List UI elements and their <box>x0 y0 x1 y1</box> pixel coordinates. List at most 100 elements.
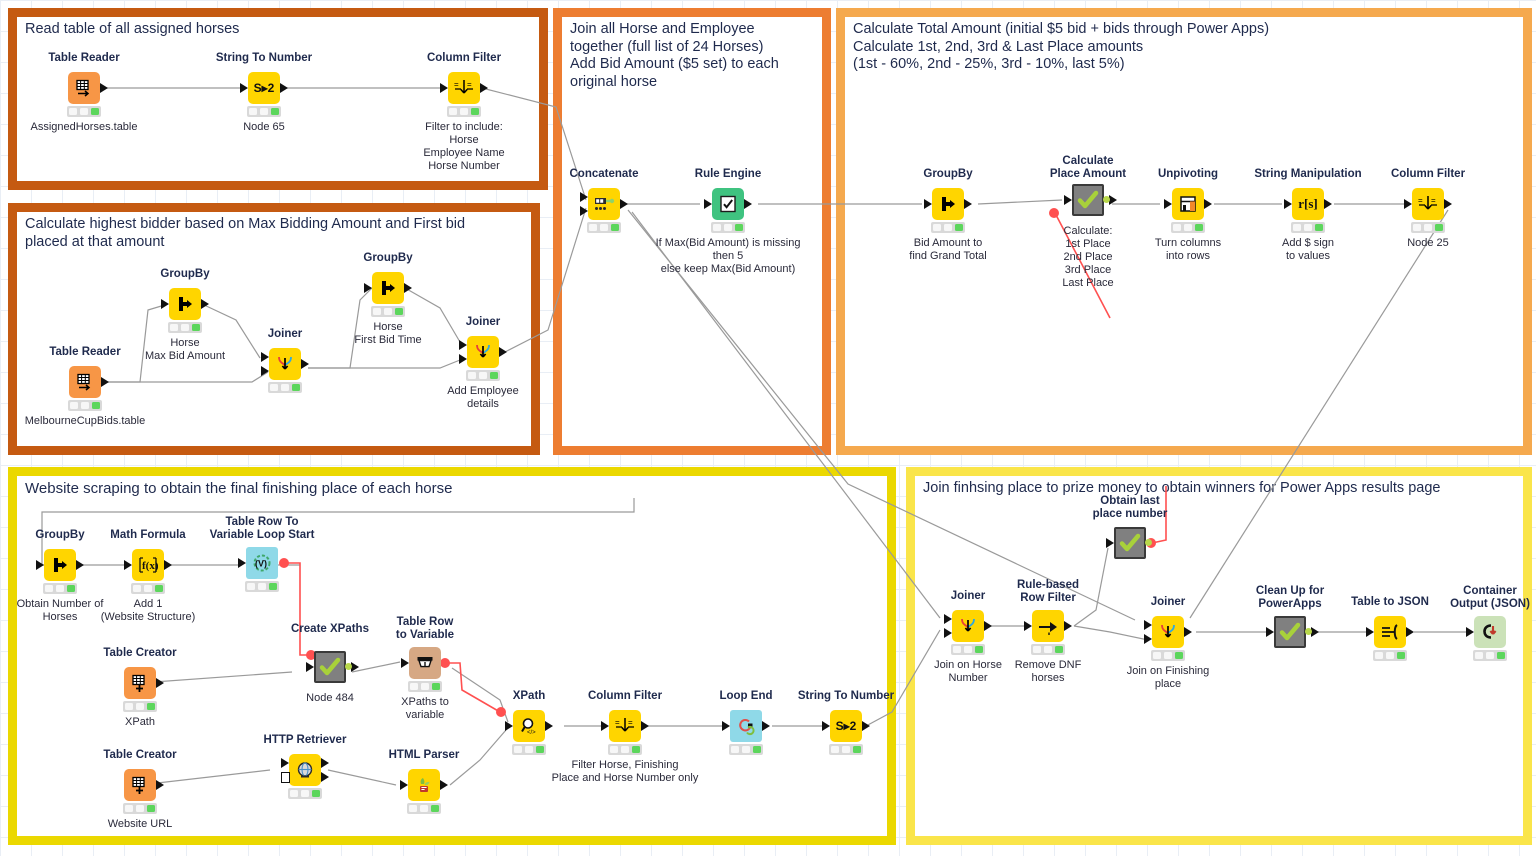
node-title: Obtain last place number <box>1092 495 1168 520</box>
annotation-title: Join finhsing place to prize money to ob… <box>923 480 1441 496</box>
node-status <box>371 306 405 317</box>
component-out-flow-dot <box>345 663 352 670</box>
string-to-number-icon[interactable]: S▸2 <box>830 710 862 742</box>
node-status <box>931 222 965 233</box>
node-title: GroupBy <box>363 252 413 264</box>
node-status <box>123 701 157 712</box>
joiner-icon[interactable] <box>952 610 984 642</box>
node-status <box>268 382 302 393</box>
table-creator-icon[interactable] <box>124 667 156 699</box>
svg-text:=: = <box>467 80 472 89</box>
node-status <box>829 744 863 755</box>
column-filter-icon[interactable]: = = <box>609 710 641 742</box>
svg-text:</>: </> <box>527 730 536 736</box>
html-parser-icon[interactable] <box>408 769 440 801</box>
node-title: HTML Parser <box>388 749 460 761</box>
table-reader-icon[interactable] <box>69 366 101 398</box>
node-status <box>587 222 621 233</box>
node-annotation: If Max(Bid Amount) is missing then 5 els… <box>655 237 801 275</box>
node-status <box>168 322 202 333</box>
node-title: Table Row To Variable Loop Start <box>209 516 315 541</box>
table-to-json-icon[interactable] <box>1374 616 1406 648</box>
node-status <box>729 744 763 755</box>
node-title: Column Filter <box>1390 168 1466 180</box>
svg-text:=: = <box>1431 196 1436 205</box>
groupby-icon[interactable] <box>44 549 76 581</box>
node-status <box>43 583 77 594</box>
node-status <box>131 583 165 594</box>
table-reader-icon[interactable] <box>68 72 100 104</box>
joiner-icon[interactable] <box>1152 616 1184 648</box>
node-status <box>68 400 102 411</box>
loop-start-icon[interactable]: (V) <box>246 547 278 579</box>
math-formula-icon[interactable]: f(x) <box>132 549 164 581</box>
groupby-icon[interactable] <box>932 188 964 220</box>
unpivoting-icon[interactable] <box>1172 188 1204 220</box>
annotation-title: Website scraping to obtain the final fin… <box>25 480 453 497</box>
node-status <box>1031 644 1065 655</box>
component-check-icon[interactable] <box>1274 616 1306 648</box>
node-annotation: Website URL <box>107 818 173 830</box>
node-status <box>247 106 281 117</box>
svg-text:=: = <box>1418 196 1423 205</box>
node-status <box>408 681 442 692</box>
node-status <box>447 106 481 117</box>
svg-text:=: = <box>628 718 633 727</box>
node-annotation: Add 1 (Website Structure) <box>100 598 196 623</box>
node-status <box>1171 222 1205 233</box>
node-title: HTTP Retriever <box>263 734 347 746</box>
svg-text:=: = <box>454 80 459 89</box>
joiner-icon[interactable] <box>467 336 499 368</box>
node-status <box>1151 650 1185 661</box>
table-creator-icon[interactable] <box>124 769 156 801</box>
svg-text:(V): (V) <box>255 559 267 569</box>
string-to-number-icon[interactable]: S▸2 <box>248 72 280 104</box>
groupby-icon[interactable] <box>169 288 201 320</box>
column-filter-icon[interactable]: = = <box>1412 188 1444 220</box>
string-manipulation-icon[interactable]: r[s] <box>1292 188 1324 220</box>
http-retriever-icon[interactable] <box>289 754 321 786</box>
component-check-icon[interactable] <box>314 651 346 683</box>
groupby-icon[interactable] <box>372 272 404 304</box>
node-title: Table Creator <box>103 749 177 761</box>
joiner-icon[interactable] <box>269 348 301 380</box>
node-status <box>1291 222 1325 233</box>
rule-engine-icon[interactable] <box>712 188 744 220</box>
node-annotation: Horse Max Bid Amount <box>144 337 226 362</box>
annotation-frame-join-prize[interactable]: Join finhsing place to prize money to ob… <box>906 467 1532 845</box>
node-status <box>245 581 279 592</box>
node-status <box>466 370 500 381</box>
column-filter-icon[interactable]: = = <box>448 72 480 104</box>
node-title: Column Filter <box>426 52 502 64</box>
node-status <box>67 106 101 117</box>
node-annotation: Node 65 <box>243 121 285 133</box>
container-output-icon[interactable] <box>1474 616 1506 648</box>
node-title: Table Row to Variable <box>395 616 455 641</box>
loop-end-icon[interactable] <box>730 710 762 742</box>
row-filter-icon[interactable] <box>1032 610 1064 642</box>
node-status <box>123 803 157 814</box>
node-title: Table Creator <box>103 647 177 659</box>
node-annotation: Node 25 <box>1407 237 1449 249</box>
node-title: String To Number <box>215 52 313 64</box>
svg-text:=: = <box>615 718 620 727</box>
node-status <box>1473 650 1507 661</box>
node-title: Container Output (JSON) <box>1450 585 1530 610</box>
node-title: Joiner <box>465 316 501 328</box>
node-title: GroupBy <box>160 268 210 280</box>
node-status <box>608 744 642 755</box>
node-annotation: Join on Finishing place <box>1126 665 1210 690</box>
component-out-flow-dot <box>1103 196 1110 203</box>
xpath-icon[interactable]: </> <box>513 710 545 742</box>
table-row-to-variable-icon[interactable] <box>409 647 441 679</box>
node-annotation: MelbourneCupBids.table <box>24 415 146 427</box>
node-title: String To Number <box>797 690 895 702</box>
concatenate-icon[interactable] <box>588 188 620 220</box>
annotation-title: Calculate highest bidder based on Max Bi… <box>25 216 466 250</box>
component-check-icon[interactable] <box>1114 527 1146 559</box>
annotation-title: Join all Horse and Employee together (fu… <box>570 21 779 90</box>
component-out-flow-dot <box>1305 628 1312 635</box>
component-check-icon[interactable] <box>1072 184 1104 216</box>
annotation-title: Calculate Total Amount (initial $5 bid +… <box>853 21 1270 72</box>
node-status <box>1373 650 1407 661</box>
